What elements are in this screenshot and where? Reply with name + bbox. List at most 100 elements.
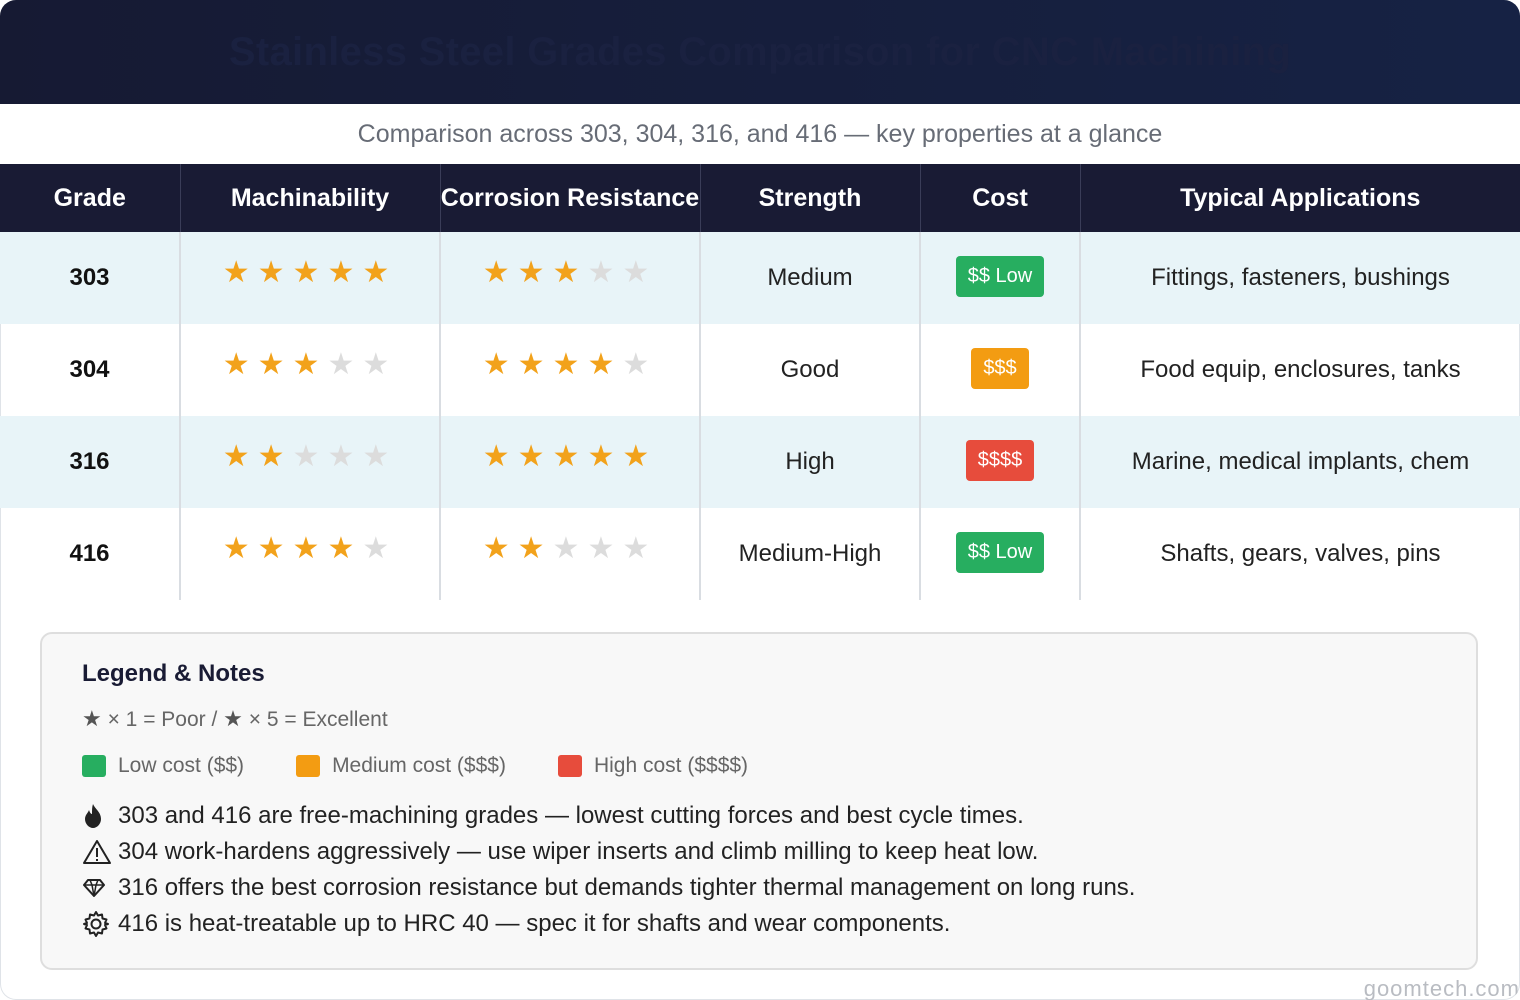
column-header-grade: Grade xyxy=(0,164,181,232)
star-empty-icon: ★ xyxy=(362,439,398,473)
star-empty-icon: ★ xyxy=(362,347,398,381)
applications-cell: Shafts, gears, valves, pins xyxy=(1160,540,1441,567)
machinability-cell: ★★★★★ xyxy=(180,416,441,508)
column-header-corrosion: Corrosion Resistance xyxy=(440,164,701,232)
table-row: 303 ★★★★★ ★★★★★ Medium $$ Low Fittings, faste… xyxy=(0,232,1520,324)
rating-scale: ★ × 1 = Poor / ★ × 5 = Excellent xyxy=(82,706,388,732)
star-rating: ★★★★★ xyxy=(223,348,398,381)
cost-cell: $$$ xyxy=(920,324,1081,416)
table-row: 304 ★★★★★ ★★★★★ Good $$$ Food equip, enclosur… xyxy=(0,324,1520,416)
note-text: 416 is heat-treatable up to HRC 40 — spe… xyxy=(118,910,951,937)
note-text: 316 offers the best corrosion resistance… xyxy=(118,874,1136,901)
gear-icon xyxy=(82,909,114,939)
note-text: 304 work-hardens aggressively — use wipe… xyxy=(118,838,1039,865)
table-row: 316 ★★★★★ ★★★★★ High $$$$ Marine, medical imp… xyxy=(0,416,1520,508)
star-filled-icon: ★ xyxy=(517,439,553,473)
swatch-label: High cost ($$$$) xyxy=(593,754,749,777)
table-header-row: Grade Machinability Corrosion Resistance… xyxy=(0,164,1520,232)
star-filled-icon: ★ xyxy=(327,531,363,565)
star-filled-icon: ★ xyxy=(482,439,518,473)
swatch-box xyxy=(82,755,106,777)
note-text: 303 and 416 are free-machining grades — … xyxy=(118,802,1024,829)
corrosion-cell: ★★★★★ xyxy=(440,508,701,600)
grade-cell: 316 xyxy=(0,416,181,508)
star-empty-icon: ★ xyxy=(327,439,363,473)
applications-cell: Marine, medical implants, chem xyxy=(1080,416,1520,508)
swatch-label: Medium cost ($$$) xyxy=(332,754,506,777)
cost-badge: $$$ xyxy=(971,347,1029,389)
note-item: 303 and 416 are free-machining grades — … xyxy=(82,798,1135,834)
star-filled-icon: ★ xyxy=(257,347,293,381)
star-rating: ★★★★★ xyxy=(223,256,398,289)
grade-cell: 304 xyxy=(0,324,181,416)
column-header-strength: Strength xyxy=(700,164,921,232)
comparison-card: Stainless Steel Grades Comparison for CN… xyxy=(0,0,1520,1000)
column-header-applications: Typical Applications xyxy=(1080,164,1520,232)
star-empty-icon: ★ xyxy=(622,255,658,289)
star-empty-icon: ★ xyxy=(292,439,328,473)
notes-list: 303 and 416 are free-machining grades — … xyxy=(82,798,1135,942)
corrosion-cell: ★★★★★ xyxy=(440,416,701,508)
swatch-box xyxy=(557,755,582,777)
table-row: 416 ★★★★★ ★★★★★ Medium-High $$ Low Shafts, ge… xyxy=(0,508,1520,600)
machinability-cell: ★★★★★ xyxy=(180,232,441,324)
cost-cell: $$$$ xyxy=(920,416,1081,508)
corrosion-cell: ★★★★★ xyxy=(440,232,701,324)
star-filled-icon: ★ xyxy=(257,255,293,289)
star-filled-icon: ★ xyxy=(222,347,258,381)
star-empty-icon: ★ xyxy=(622,347,658,381)
cost-swatch-high: High cost ($$$$) xyxy=(557,754,749,778)
scale-excellent: × 5 = Excellent xyxy=(248,708,388,731)
strength-cell: Medium-High xyxy=(700,508,921,600)
corrosion-cell: ★★★★★ xyxy=(440,324,701,416)
star-empty-icon: ★ xyxy=(622,531,658,565)
grade-cell: 416 xyxy=(0,508,181,600)
star-filled-icon: ★ xyxy=(257,531,293,565)
note-item: 304 work-hardens aggressively — use wipe… xyxy=(82,834,1135,870)
star-filled-icon: ★ xyxy=(327,255,363,289)
star-rating: ★★★★★ xyxy=(483,256,658,289)
star-rating: ★★★★★ xyxy=(223,440,398,473)
cost-swatch-medium: Medium cost ($$$) xyxy=(296,754,506,778)
star-filled-icon: ★ xyxy=(517,255,553,289)
star-icon: ★ xyxy=(223,706,243,731)
star-filled-icon: ★ xyxy=(517,347,553,381)
note-item: 416 is heat-treatable up to HRC 40 — spe… xyxy=(82,906,1135,942)
machinability-cell: ★★★★★ xyxy=(180,508,441,600)
header-banner: Stainless Steel Grades Comparison for CN… xyxy=(0,0,1520,104)
star-empty-icon: ★ xyxy=(587,255,623,289)
warning-icon xyxy=(82,837,114,867)
applications-cell: Fittings, fasteners, bushings xyxy=(1080,232,1520,324)
strength-cell: Good xyxy=(700,324,921,416)
star-filled-icon: ★ xyxy=(482,531,518,565)
column-header-cost: Cost xyxy=(920,164,1081,232)
star-filled-icon: ★ xyxy=(292,347,328,381)
strength-cell: High xyxy=(700,416,921,508)
applications-cell: Food equip, enclosures, tanks xyxy=(1140,356,1461,383)
star-empty-icon: ★ xyxy=(552,531,588,565)
star-filled-icon: ★ xyxy=(222,439,258,473)
star-filled-icon: ★ xyxy=(552,255,588,289)
star-filled-icon: ★ xyxy=(587,347,623,381)
star-filled-icon: ★ xyxy=(292,531,328,565)
star-empty-icon: ★ xyxy=(362,531,398,565)
star-icon: ★ xyxy=(82,706,102,731)
cost-swatches: Low cost ($$) Medium cost ($$$) High cost … xyxy=(82,754,800,778)
swatch-box xyxy=(296,755,321,777)
star-filled-icon: ★ xyxy=(552,347,588,381)
strength-cell: Medium xyxy=(700,232,921,324)
star-rating: ★★★★★ xyxy=(483,532,658,565)
star-filled-icon: ★ xyxy=(292,255,328,289)
cost-cell: $$ Low xyxy=(920,508,1081,600)
star-filled-icon: ★ xyxy=(552,439,588,473)
page-title: Stainless Steel Grades Comparison for CN… xyxy=(228,29,1292,74)
cost-badge: $$ Low xyxy=(955,531,1045,573)
star-filled-icon: ★ xyxy=(482,255,518,289)
flame-icon xyxy=(82,801,114,831)
star-filled-icon: ★ xyxy=(222,531,258,565)
star-filled-icon: ★ xyxy=(222,255,258,289)
table-body: 303 ★★★★★ ★★★★★ Medium $$ Low Fittings, faste… xyxy=(0,232,1520,600)
scale-poor: × 1 = Poor / xyxy=(107,708,218,731)
star-rating: ★★★★★ xyxy=(483,348,658,381)
cost-swatch-low: Low cost ($$) xyxy=(82,754,244,778)
